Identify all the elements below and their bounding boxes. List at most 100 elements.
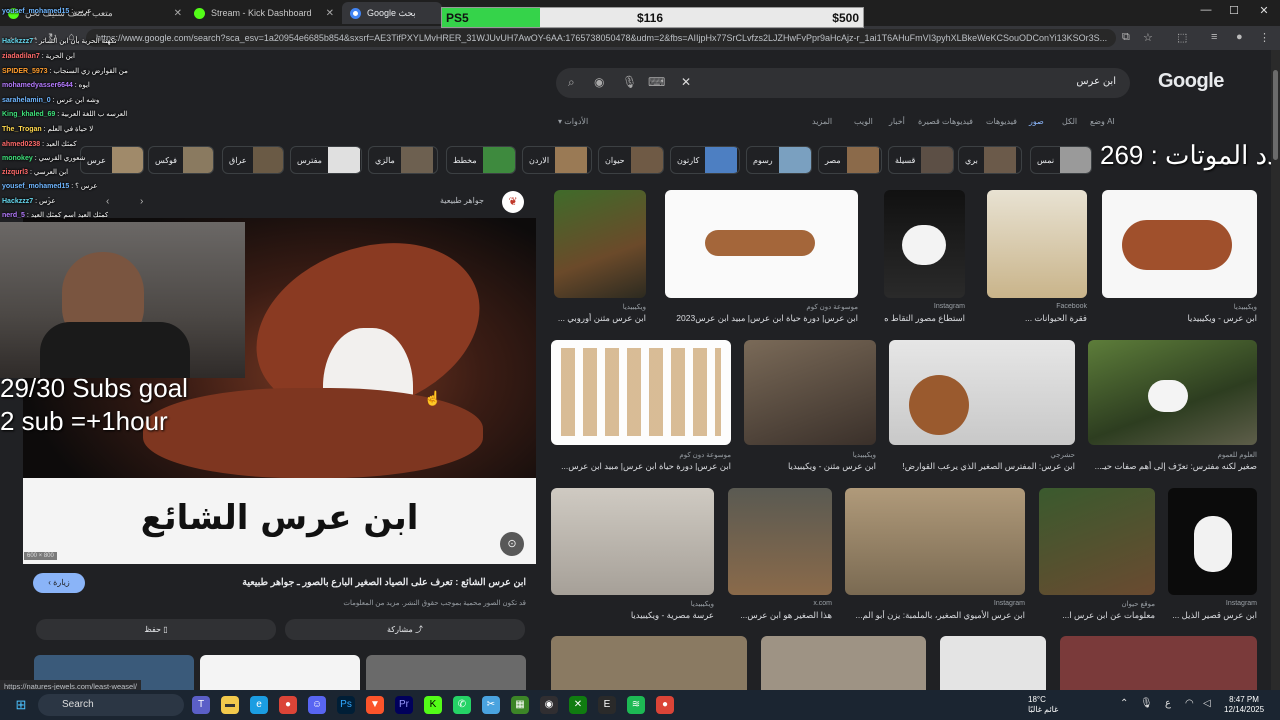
result-image[interactable] bbox=[1168, 488, 1257, 595]
chip-wild[interactable]: بري bbox=[958, 146, 1022, 174]
result-image[interactable] bbox=[1060, 636, 1257, 690]
search-icon[interactable]: ⌕ bbox=[568, 75, 575, 90]
chip-qasila[interactable]: قسيلة bbox=[888, 146, 954, 174]
tab-ai-mode[interactable]: وضع AI bbox=[1090, 117, 1115, 126]
capcut-icon[interactable]: ✂ bbox=[482, 696, 500, 714]
result-title[interactable]: ابن عرس مثنن - ويكيبيديا bbox=[744, 461, 876, 472]
tab-kick-dashboard[interactable]: Stream - Kick Dashboard ✕ bbox=[186, 2, 342, 24]
chip-mongoose[interactable]: نمس bbox=[1030, 146, 1092, 174]
chip-jordan[interactable]: الاردن bbox=[522, 146, 592, 174]
result-image[interactable] bbox=[1039, 488, 1155, 595]
edge-icon[interactable]: e bbox=[250, 696, 268, 714]
premiere-icon[interactable]: Pr bbox=[395, 696, 413, 714]
tab-more[interactable]: المزيد bbox=[812, 117, 832, 126]
result-image[interactable] bbox=[761, 636, 926, 690]
preview-title[interactable]: ابن عرس الشائع : تعرف على الصياد الصغير … bbox=[100, 577, 526, 588]
xbox-icon[interactable]: ✕ bbox=[569, 696, 587, 714]
result-image[interactable] bbox=[884, 190, 965, 298]
result-image[interactable] bbox=[940, 636, 1046, 690]
kick-icon[interactable]: K bbox=[424, 696, 442, 714]
visit-button[interactable]: ‹ زيارة bbox=[33, 573, 85, 593]
close-window-button[interactable]: ✕ bbox=[1254, 4, 1274, 17]
close-tab-icon[interactable]: ✕ bbox=[168, 8, 182, 19]
discord-icon[interactable]: ☺ bbox=[308, 696, 326, 714]
result-title[interactable]: ابن عرس| دورة حياة ابن عرس| مبيد ابن عرس… bbox=[551, 461, 731, 472]
result-title[interactable]: عرسة مصرية - ويكيبيديا bbox=[551, 610, 714, 621]
chip-animal[interactable]: حيوان bbox=[598, 146, 664, 174]
lens-icon[interactable]: ◉ bbox=[594, 75, 604, 89]
whatsapp-icon[interactable]: ✆ bbox=[453, 696, 471, 714]
result-image[interactable] bbox=[889, 340, 1075, 445]
result-title[interactable]: معلومات عن ابن عرس ا... bbox=[1039, 610, 1155, 621]
result-image[interactable] bbox=[1102, 190, 1257, 298]
chip-fox[interactable]: فوكس bbox=[148, 146, 214, 174]
result-image[interactable] bbox=[551, 488, 714, 595]
microphone-icon[interactable]: 🎙 bbox=[622, 75, 637, 89]
chip-egypt[interactable]: مصر bbox=[818, 146, 882, 174]
minecraft-icon[interactable]: ▦ bbox=[511, 696, 529, 714]
search-box[interactable]: ⌕ ◉ 🎙 ⌨ ✕ ابن عرس bbox=[556, 68, 1130, 98]
file-explorer-icon[interactable]: ▬ bbox=[221, 696, 239, 714]
weather-widget[interactable]: 18°C غائم غالبًا bbox=[1028, 695, 1058, 715]
chip-drawings[interactable]: رسوم bbox=[746, 146, 812, 174]
windows-start-icon[interactable]: ⊞ bbox=[12, 696, 30, 714]
chip-malaysian[interactable]: مالزي bbox=[368, 146, 438, 174]
result-title[interactable]: هذا الصغير هو ابن عرس... bbox=[728, 610, 832, 621]
search-with-lens-icon[interactable]: ⊙ bbox=[500, 532, 524, 556]
chip-diagram[interactable]: مخطط bbox=[446, 146, 516, 174]
photoshop-icon[interactable]: Ps bbox=[337, 696, 355, 714]
tab-all[interactable]: الكل bbox=[1062, 117, 1077, 126]
language-indicator[interactable]: ع bbox=[1165, 698, 1171, 709]
close-tab-icon[interactable]: ✕ bbox=[320, 8, 334, 19]
result-image[interactable] bbox=[744, 340, 876, 445]
minimize-button[interactable]: — bbox=[1196, 4, 1216, 16]
result-title[interactable]: ابن عرس - ويكيبيديا bbox=[1102, 313, 1257, 324]
result-image[interactable] bbox=[665, 190, 858, 298]
result-image[interactable] bbox=[551, 340, 731, 445]
result-image[interactable] bbox=[728, 488, 832, 595]
chrome-icon[interactable]: ● bbox=[279, 696, 297, 714]
epic-games-icon[interactable]: E bbox=[598, 696, 616, 714]
result-title[interactable]: فقرة الحيوانات ... bbox=[987, 313, 1087, 324]
result-title[interactable]: ابن عرس مثنن أوروبي ... bbox=[554, 313, 646, 324]
result-image[interactable] bbox=[551, 636, 747, 690]
save-button[interactable]: حفظ ▯ bbox=[36, 619, 276, 640]
tab-images[interactable]: صور bbox=[1029, 117, 1044, 126]
tools-button[interactable]: ▾ الأدوات bbox=[558, 117, 588, 126]
bookmark-star-icon[interactable]: ☆ bbox=[1143, 31, 1153, 44]
menu-icon[interactable]: ⋮ bbox=[1259, 31, 1270, 44]
result-title[interactable]: استطاع مصور التقاط ه... bbox=[884, 313, 965, 324]
obs-icon[interactable]: ◉ bbox=[540, 696, 558, 714]
maximize-button[interactable]: ☐ bbox=[1224, 4, 1244, 17]
scrollbar-thumb[interactable] bbox=[1273, 70, 1278, 160]
result-image[interactable] bbox=[554, 190, 646, 298]
search-input[interactable]: ابن عرس bbox=[1076, 76, 1116, 87]
url-field[interactable]: https://www.google.com/search?sca_esv=1a… bbox=[86, 29, 1116, 47]
taskbar-search[interactable]: Search bbox=[38, 694, 184, 716]
microphone-tray-icon[interactable]: 🎙 bbox=[1140, 698, 1153, 709]
result-title[interactable]: صغير لكنه مفترس: تعرّف إلى أهم صفات حيـ.… bbox=[1088, 461, 1257, 472]
tab-videos[interactable]: فيديوهات bbox=[986, 117, 1017, 126]
chip-cartoon[interactable]: كارتون bbox=[670, 146, 740, 174]
result-title[interactable]: ابن عرس الأميوي الصغير، بالملمبة: يزن أب… bbox=[845, 610, 1025, 621]
chrome-profile-icon[interactable]: ● bbox=[656, 696, 674, 714]
related-image[interactable] bbox=[200, 655, 360, 690]
result-image[interactable] bbox=[987, 190, 1087, 298]
result-title[interactable]: ابن عرس قصير الذيل ... bbox=[1168, 610, 1257, 621]
spotify-icon[interactable]: ≋ bbox=[627, 696, 645, 714]
volume-icon[interactable]: ◁ bbox=[1203, 698, 1211, 709]
translate-icon[interactable]: ⧉ bbox=[1122, 31, 1130, 44]
chip-predator[interactable]: مفترس bbox=[290, 146, 362, 174]
brave-icon[interactable]: ▼ bbox=[366, 696, 384, 714]
system-clock[interactable]: 8:47 PM 12/14/2025 bbox=[1224, 695, 1264, 715]
result-title[interactable]: ابن عرس: المفترس الصغير الذي يرعب القوار… bbox=[889, 461, 1075, 472]
related-image[interactable] bbox=[366, 655, 526, 690]
tab-short-videos[interactable]: فيديوهات قصيرة bbox=[918, 117, 973, 126]
google-logo[interactable]: Google bbox=[1158, 70, 1224, 93]
preview-source-name[interactable]: جواهر طبيعية bbox=[440, 196, 484, 205]
result-image[interactable] bbox=[845, 488, 1025, 595]
keyboard-icon[interactable]: ⌨ bbox=[648, 75, 665, 89]
extensions-icon[interactable]: ⬚ bbox=[1177, 31, 1187, 44]
tab-google-search[interactable]: Google بحث bbox=[342, 2, 442, 24]
result-image[interactable] bbox=[1088, 340, 1257, 445]
